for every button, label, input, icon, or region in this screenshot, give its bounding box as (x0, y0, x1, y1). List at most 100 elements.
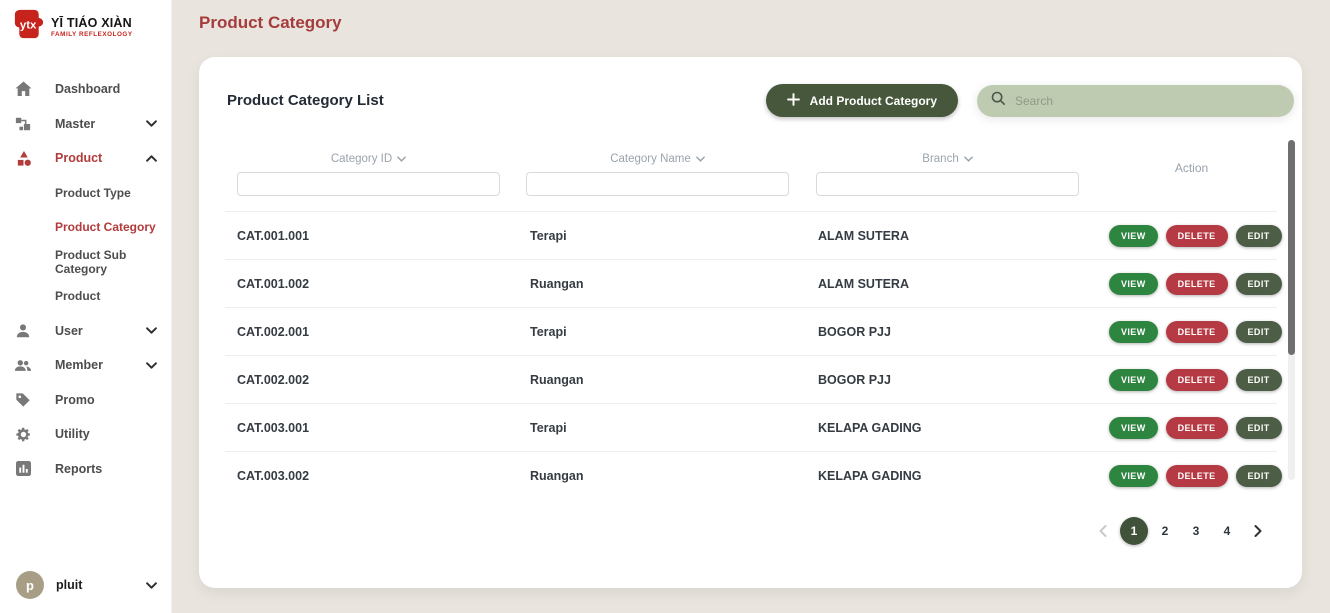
sidebar-item-utility[interactable]: Utility (0, 417, 171, 452)
sidebar-item-label: Product (55, 151, 103, 166)
table-row: CAT.003.002 Ruangan KELAPA GADING VIEW D… (225, 451, 1282, 499)
page-title: Product Category (199, 13, 342, 32)
sidebar-item-label: Reports (55, 461, 103, 476)
edit-button[interactable]: EDIT (1235, 369, 1282, 391)
search-box (977, 84, 1294, 117)
cell-category-id: CAT.001.001 (237, 229, 310, 243)
card-title: Product Category List (227, 92, 384, 109)
view-button[interactable]: VIEW (1109, 465, 1158, 487)
user-menu[interactable]: p pluit (0, 571, 171, 613)
search-input[interactable] (1015, 93, 1281, 108)
sort-branch[interactable]: Branch (816, 150, 1079, 168)
plus-icon (786, 92, 800, 109)
filter-category-name-input[interactable] (526, 172, 789, 196)
sidebar-item-label: Master (55, 116, 96, 131)
pagination-page-1[interactable]: 1 (1120, 517, 1148, 545)
table-header: Category ID Category Name Branch Action (199, 150, 1302, 211)
sidebar-item-member[interactable]: Member (0, 348, 171, 383)
pagination-page-4[interactable]: 4 (1213, 517, 1241, 545)
sidebar-item-promo[interactable]: Promo (0, 383, 171, 418)
sidebar-item-product-type[interactable]: Product Type (0, 176, 171, 211)
column-category-id: Category ID (237, 150, 500, 196)
delete-button[interactable]: DELETE (1165, 225, 1228, 247)
home-icon (12, 81, 34, 97)
cell-category-name: Ruangan (530, 373, 584, 387)
column-action-label: Action (1174, 161, 1209, 175)
view-button[interactable]: VIEW (1109, 225, 1158, 247)
cell-category-id: CAT.003.001 (237, 421, 310, 435)
cell-category-name: Terapi (530, 325, 567, 339)
pagination-page-2[interactable]: 2 (1151, 517, 1179, 545)
column-label: Category ID (330, 153, 393, 165)
shapes-icon (12, 150, 34, 167)
edit-button[interactable]: EDIT (1235, 417, 1282, 439)
sidebar-item-label: Dashboard (55, 82, 121, 97)
cell-branch: BOGOR PJJ (818, 325, 891, 339)
add-button-label: Add Product Category (809, 93, 937, 108)
edit-button[interactable]: EDIT (1235, 273, 1282, 295)
pagination-next-button[interactable] (1244, 517, 1272, 545)
main-content: Product Category Product Category List A… (171, 0, 1330, 613)
cell-branch: KELAPA GADING (818, 421, 922, 435)
card-header: Product Category List Add Product Catego… (227, 84, 1294, 117)
cell-category-name: Ruangan (530, 277, 584, 291)
users-icon (12, 358, 34, 373)
column-label: Branch (922, 153, 959, 165)
pagination: 1 2 3 4 (1089, 517, 1272, 545)
sidebar-item-user[interactable]: User (0, 314, 171, 349)
edit-button[interactable]: EDIT (1235, 225, 1282, 247)
table-row: CAT.003.001 Terapi KELAPA GADING VIEW DE… (225, 403, 1282, 451)
cell-category-name: Terapi (530, 229, 567, 243)
sidebar-item-product-sub-category[interactable]: Product Sub Category (0, 245, 171, 280)
view-button[interactable]: VIEW (1109, 417, 1158, 439)
edit-button[interactable]: EDIT (1235, 321, 1282, 343)
sidebar-item-reports[interactable]: Reports (0, 452, 171, 487)
pagination-page-3[interactable]: 3 (1182, 517, 1210, 545)
product-category-card: Product Category List Add Product Catego… (199, 57, 1302, 588)
brand-subtitle: FAMILY REFLEXOLOGY (51, 30, 133, 38)
delete-button[interactable]: DELETE (1165, 417, 1228, 439)
cell-category-name: Terapi (530, 421, 567, 435)
view-button[interactable]: VIEW (1109, 369, 1158, 391)
sidebar-item-product[interactable]: Product (0, 141, 171, 176)
view-button[interactable]: VIEW (1109, 273, 1158, 295)
sidebar-nav: Dashboard Master Product Product Type Pr… (0, 72, 171, 571)
chevron-down-icon (146, 120, 157, 127)
edit-button[interactable]: EDIT (1235, 465, 1282, 487)
view-button[interactable]: VIEW (1109, 321, 1158, 343)
sidebar-item-label: User (55, 323, 83, 338)
sidebar-item-dashboard[interactable]: Dashboard (0, 72, 171, 107)
sidebar-item-master[interactable]: Master (0, 107, 171, 142)
sort-category-id[interactable]: Category ID (237, 150, 500, 168)
brand[interactable]: ytx YĪ TIÁO XIÀN FAMILY REFLEXOLOGY (0, 0, 171, 50)
delete-button[interactable]: DELETE (1165, 273, 1228, 295)
brand-title: YĪ TIÁO XIÀN (51, 15, 132, 30)
table-row: CAT.002.002 Ruangan BOGOR PJJ VIEW DELET… (225, 355, 1282, 403)
cell-branch: KELAPA GADING (818, 469, 922, 483)
filter-category-id-input[interactable] (237, 172, 500, 196)
delete-button[interactable]: DELETE (1165, 465, 1228, 487)
sort-chevron-icon (963, 156, 973, 162)
delete-button[interactable]: DELETE (1165, 321, 1228, 343)
column-category-name: Category Name (526, 150, 789, 196)
bar-chart-icon (12, 461, 34, 477)
table-body: CAT.001.001 Terapi ALAM SUTERA VIEW DELE… (199, 211, 1302, 499)
sidebar-item-product-leaf[interactable]: Product (0, 279, 171, 314)
add-product-category-button[interactable]: Add Product Category (765, 84, 958, 117)
chevron-up-icon (146, 155, 157, 162)
chevron-down-icon (146, 327, 157, 334)
sidebar-item-product-category[interactable]: Product Category (0, 210, 171, 245)
pagination-prev-button[interactable] (1089, 517, 1117, 545)
column-label: Category Name (610, 153, 691, 165)
row-actions: VIEW DELETE EDIT (1109, 404, 1282, 452)
cell-category-id: CAT.001.002 (237, 277, 310, 291)
gear-icon (12, 426, 34, 443)
sidebar-item-label: Member (55, 358, 103, 373)
filter-branch-input[interactable] (816, 172, 1079, 196)
sidebar-subitem-label: Product Category (55, 220, 156, 235)
sort-category-name[interactable]: Category Name (526, 150, 789, 168)
search-icon (990, 90, 1006, 111)
tag-icon (12, 392, 34, 408)
delete-button[interactable]: DELETE (1165, 369, 1228, 391)
scrollbar-thumb[interactable] (1288, 140, 1295, 355)
